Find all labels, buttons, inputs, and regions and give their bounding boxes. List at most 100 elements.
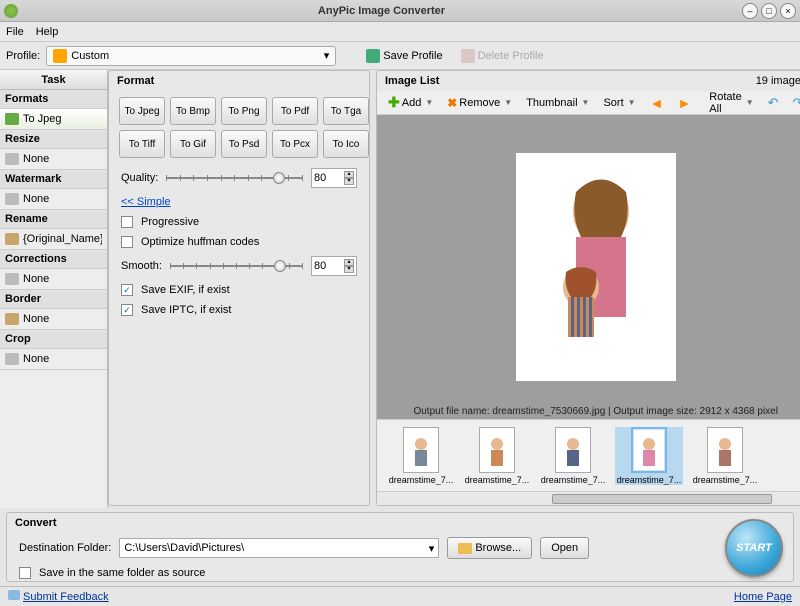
arrow-left-icon: ◄	[650, 95, 664, 111]
sidebar-item-label: None	[23, 273, 49, 285]
open-button[interactable]: Open	[540, 537, 589, 559]
profile-icon	[53, 49, 67, 63]
profile-value: Custom	[71, 50, 109, 62]
sidebar-item-icon	[5, 193, 19, 205]
format-btn-to-tiff[interactable]: To Tiff	[119, 130, 165, 158]
sidebar-section-formats[interactable]: Formats	[0, 90, 107, 109]
remove-button[interactable]: ✖Remove▼	[442, 93, 517, 113]
sidebar-item-label: To Jpeg	[23, 113, 62, 125]
progressive-checkbox[interactable]	[121, 216, 133, 228]
prev-button[interactable]: ◄	[645, 93, 669, 113]
format-btn-to-ico[interactable]: To Ico	[323, 130, 369, 158]
format-btn-to-bmp[interactable]: To Bmp	[170, 97, 216, 125]
sidebar-item-border[interactable]: None	[0, 309, 107, 329]
thumb-label: dreamstime_7...	[691, 475, 759, 485]
sidebar-item-corrections[interactable]: None	[0, 269, 107, 289]
format-title: Format	[109, 71, 369, 91]
app-logo-icon	[4, 4, 18, 18]
home-link[interactable]: Home Page	[734, 591, 792, 603]
thumb-label: dreamstime_7...	[539, 475, 607, 485]
footer: Submit Feedback Home Page	[0, 586, 800, 606]
format-btn-to-gif[interactable]: To Gif	[170, 130, 216, 158]
format-btn-to-png[interactable]: To Png	[221, 97, 267, 125]
thumb-label: dreamstime_7...	[463, 475, 531, 485]
sidebar-item-label: None	[23, 353, 49, 365]
quality-input[interactable]: 80▴▾	[311, 168, 357, 188]
format-btn-to-psd[interactable]: To Psd	[221, 130, 267, 158]
sidebar-section-resize[interactable]: Resize	[0, 130, 107, 149]
image-count: 19 images	[756, 75, 800, 87]
thumb-image	[555, 427, 591, 473]
thumbnail-item[interactable]: dreamstime_7...	[615, 427, 683, 485]
quality-slider[interactable]	[166, 170, 303, 186]
thumbnail-strip: dreamstime_7... dreamstime_7... dreamstime…	[377, 419, 800, 491]
thumb-label: dreamstime_7...	[387, 475, 455, 485]
menu-help[interactable]: Help	[36, 26, 59, 38]
image-list-panel: Image List 19 images ✚Add▼ ✖Remove▼ Thum…	[376, 70, 800, 506]
sidebar-item-rename[interactable]: {Original_Name}.jpg	[0, 229, 107, 249]
sidebar-item-icon	[5, 233, 19, 245]
thumb-image	[631, 427, 667, 473]
start-button[interactable]: START	[725, 519, 783, 577]
save-profile-button[interactable]: Save Profile	[360, 46, 448, 66]
smooth-slider[interactable]	[170, 258, 303, 274]
rotate-right-button[interactable]: ↷	[788, 93, 800, 113]
sidebar-item-label: None	[23, 193, 49, 205]
menu-file[interactable]: File	[6, 26, 24, 38]
preview-image	[516, 153, 676, 381]
next-button[interactable]: ►	[672, 93, 696, 113]
sidebar-item-resize[interactable]: None	[0, 149, 107, 169]
iptc-checkbox[interactable]: ✓	[121, 304, 133, 316]
profile-bar: Profile: Custom ▾ Save Profile Delete Pr…	[0, 42, 800, 70]
thumb-label: dreamstime_7...	[615, 475, 683, 485]
maximize-button[interactable]: □	[761, 3, 777, 19]
thumbnail-item[interactable]: dreamstime_7...	[387, 427, 455, 485]
thumbnail-button[interactable]: Thumbnail▼	[521, 93, 594, 113]
add-button[interactable]: ✚Add▼	[383, 93, 438, 113]
dropdown-icon: ▾	[324, 49, 330, 62]
rotate-left-button[interactable]: ↶	[763, 93, 784, 113]
imagelist-title: Image List	[385, 75, 439, 87]
menubar: File Help	[0, 22, 800, 42]
close-button[interactable]: ×	[780, 3, 796, 19]
x-icon: ✖	[447, 96, 457, 110]
sidebar-section-rename[interactable]: Rename	[0, 210, 107, 229]
plus-icon: ✚	[388, 94, 400, 111]
sidebar-section-crop[interactable]: Crop	[0, 330, 107, 349]
sidebar-item-crop[interactable]: None	[0, 349, 107, 369]
exif-checkbox[interactable]: ✓	[121, 284, 133, 296]
format-btn-to-jpeg[interactable]: To Jpeg	[119, 97, 165, 125]
sidebar-section-watermark[interactable]: Watermark	[0, 170, 107, 189]
thumbnail-item[interactable]: dreamstime_7...	[539, 427, 607, 485]
profile-select[interactable]: Custom ▾	[46, 46, 336, 66]
rotate-all-button[interactable]: Rotate All▼	[704, 93, 758, 113]
optimize-checkbox[interactable]	[121, 236, 133, 248]
sidebar-item-watermark[interactable]: None	[0, 189, 107, 209]
exif-label: Save EXIF, if exist	[141, 284, 230, 296]
optimize-label: Optimize huffman codes	[141, 236, 259, 248]
sidebar-section-corrections[interactable]: Corrections	[0, 250, 107, 269]
format-btn-to-pcx[interactable]: To Pcx	[272, 130, 318, 158]
sort-button[interactable]: Sort▼	[598, 93, 640, 113]
format-btn-to-pdf[interactable]: To Pdf	[272, 97, 318, 125]
thumbnail-item[interactable]: dreamstime_7...	[463, 427, 531, 485]
rotate-right-icon: ↷	[793, 95, 800, 111]
thumb-scrollbar[interactable]	[377, 491, 800, 505]
minimize-button[interactable]: –	[742, 3, 758, 19]
simple-link[interactable]: << Simple	[109, 192, 183, 212]
smooth-input[interactable]: 80▴▾	[311, 256, 357, 276]
thumb-image	[707, 427, 743, 473]
dest-folder-input[interactable]: C:\Users\David\Pictures\▾	[119, 538, 439, 558]
titlebar: AnyPic Image Converter – □ ×	[0, 0, 800, 22]
sidebar-section-border[interactable]: Border	[0, 290, 107, 309]
feedback-link[interactable]: Submit Feedback	[23, 591, 109, 603]
rotate-left-icon: ↶	[768, 95, 779, 111]
window-title: AnyPic Image Converter	[24, 5, 739, 17]
same-folder-checkbox[interactable]	[19, 567, 31, 579]
thumbnail-item[interactable]: dreamstime_7...	[691, 427, 759, 485]
sidebar-item-formats[interactable]: To Jpeg	[0, 109, 107, 129]
format-btn-to-tga[interactable]: To Tga	[323, 97, 369, 125]
sidebar-item-icon	[5, 113, 19, 125]
sidebar-header: Task	[0, 70, 107, 90]
browse-button[interactable]: Browse...	[447, 537, 532, 559]
